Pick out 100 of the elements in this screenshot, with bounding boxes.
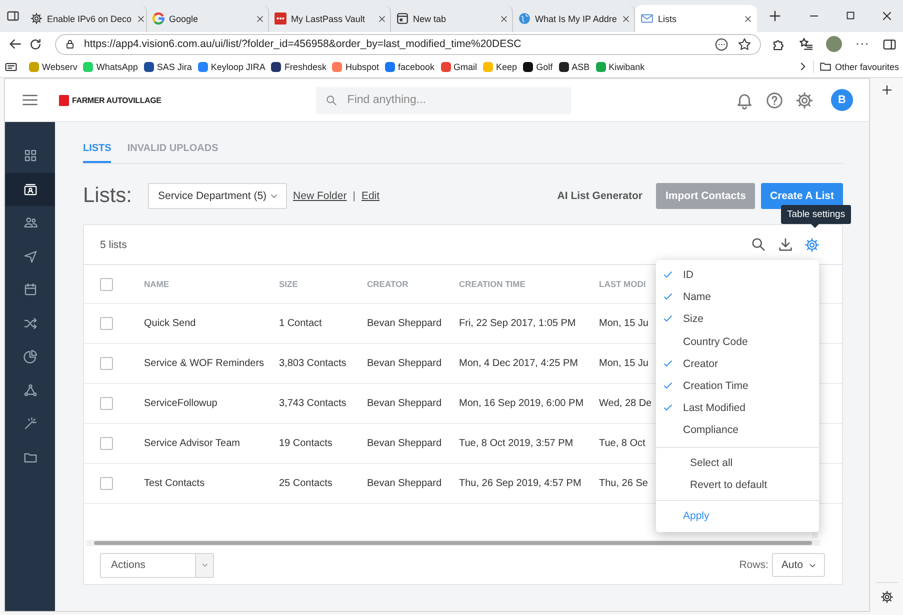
ai-list-generator-link[interactable]: AI List Generator xyxy=(557,190,642,202)
table-cell: Tue, 8 Oct 2019, 3:57 PM xyxy=(459,438,574,449)
close-icon[interactable] xyxy=(499,14,509,24)
maximize-icon[interactable] xyxy=(844,9,857,22)
table-cell: ServiceFollowup xyxy=(144,398,218,409)
bookmark[interactable]: facebook xyxy=(382,62,438,72)
bookmark[interactable]: Keyloop JIRA xyxy=(194,62,268,72)
column-option[interactable]: Size xyxy=(656,308,819,331)
table-cell: Bevan Sheppard xyxy=(367,438,442,449)
plus-icon[interactable] xyxy=(880,83,894,97)
table-cell: Thu, 26 Sep 2019, 4:57 PM xyxy=(459,478,582,489)
close-icon[interactable] xyxy=(743,14,753,24)
sidebar-icon[interactable] xyxy=(882,36,897,52)
search-icon[interactable] xyxy=(750,236,767,253)
table-cell: Bevan Sheppard xyxy=(367,398,442,409)
network-icon xyxy=(22,382,38,398)
horizontal-scrollbar[interactable] xyxy=(86,540,820,546)
contact-card-icon xyxy=(22,182,38,197)
close-icon[interactable] xyxy=(880,9,894,23)
browser-tab[interactable]: Lists xyxy=(635,5,757,32)
link-separator: | xyxy=(352,190,356,202)
column-option[interactable]: Name xyxy=(656,286,819,308)
row-checkbox[interactable] xyxy=(100,437,113,450)
gear-icon[interactable] xyxy=(880,590,894,604)
row-checkbox[interactable] xyxy=(100,317,113,330)
help-icon[interactable] xyxy=(765,90,784,110)
table-cell: Fri, 22 Sep 2017, 1:05 PM xyxy=(459,318,576,329)
actions-dropdown[interactable]: Actions xyxy=(100,552,214,578)
column-option[interactable]: ID xyxy=(656,264,819,286)
people-icon xyxy=(22,215,38,230)
bookmark[interactable]: Webserv xyxy=(26,62,80,72)
calendar-icon xyxy=(22,282,38,298)
star-icon[interactable] xyxy=(737,36,752,52)
table-cell: 25 Contacts xyxy=(279,478,332,489)
paper-plane-icon xyxy=(22,248,38,264)
row-checkbox[interactable] xyxy=(100,397,113,410)
select-all-checkbox[interactable] xyxy=(100,278,113,290)
table-cell: Bevan Sheppard xyxy=(367,358,442,369)
close-icon[interactable] xyxy=(377,14,387,24)
table-cell: 3,743 Contacts xyxy=(279,398,346,409)
refresh-icon[interactable] xyxy=(28,36,43,52)
table-cell: Wed, 28 De xyxy=(599,398,652,409)
table-cell: Bevan Sheppard xyxy=(367,318,442,329)
column-option[interactable]: Creation Time xyxy=(656,374,819,398)
globe-icon xyxy=(518,12,531,25)
bookmark[interactable]: Golf xyxy=(520,62,556,72)
search-icon xyxy=(325,94,338,106)
bookmark[interactable]: Hubspot xyxy=(329,62,382,72)
bookmark[interactable]: SAS Jira xyxy=(140,62,195,72)
rows-dropdown[interactable]: Auto xyxy=(772,553,825,577)
table-cell: Bevan Sheppard xyxy=(367,478,442,489)
table-cell: Thu, 26 Se xyxy=(599,478,648,489)
shuffle-icon xyxy=(22,316,38,331)
column-option[interactable]: Creator xyxy=(656,352,819,375)
table-cell: Service Advisor Team xyxy=(144,438,240,449)
menu-action[interactable]: Select all xyxy=(656,452,819,474)
bookmark[interactable]: Kiwibank xyxy=(592,62,648,72)
bookmark[interactable]: Freshdesk xyxy=(268,62,330,72)
bookmark[interactable]: Gmail xyxy=(438,62,480,72)
profile-avatar[interactable] xyxy=(826,36,842,52)
envelope-icon xyxy=(640,12,654,25)
bookmark[interactable]: ASB xyxy=(556,62,593,72)
address-bar[interactable]: https://app4.vision6.com.au/ui/list/?folder_id=456958&order_by=last_modified_time%20DESC xyxy=(55,34,761,54)
google-g-icon xyxy=(152,12,165,25)
table-cell: 19 Contacts xyxy=(279,438,332,449)
dots-square-icon xyxy=(274,12,287,25)
sidebar-icon[interactable] xyxy=(6,9,20,23)
table-cell: 1 Contact xyxy=(279,318,322,329)
favorites-icon[interactable] xyxy=(798,36,814,52)
table-cell: Mon, 16 Sep 2019, 6:00 PM xyxy=(459,398,584,409)
close-icon[interactable] xyxy=(136,14,146,24)
list-count: 5 lists xyxy=(100,238,128,250)
table-cell: 3,803 Contacts xyxy=(279,358,346,369)
table-cell: Service & WOF Reminders xyxy=(144,358,264,369)
bookmark[interactable]: WhatsApp xyxy=(80,62,141,72)
table-cell: Test Contacts xyxy=(144,478,205,489)
more-icon[interactable] xyxy=(714,36,729,52)
column-option[interactable]: Last Modified xyxy=(656,397,819,420)
download-icon[interactable] xyxy=(777,236,794,253)
column-option[interactable]: Country Code xyxy=(656,330,819,353)
column-option[interactable]: Compliance xyxy=(656,419,819,442)
close-icon[interactable] xyxy=(255,14,265,24)
folder-dropdown[interactable]: Service Department (5) xyxy=(148,183,288,209)
table-cell: Mon, 15 Ju xyxy=(599,318,648,329)
folder-link[interactable]: New Folder xyxy=(293,190,347,202)
plus-icon[interactable] xyxy=(767,8,783,24)
pie-chart-icon xyxy=(22,349,38,364)
row-checkbox[interactable] xyxy=(100,357,113,370)
close-icon[interactable] xyxy=(621,14,631,24)
other-favourites-folder[interactable]: Other favourites xyxy=(812,60,899,73)
row-checkbox[interactable] xyxy=(100,477,113,490)
rows-label: Rows: xyxy=(739,559,768,571)
bookmark[interactable]: Keep xyxy=(480,62,520,72)
grid-icon xyxy=(22,148,38,164)
menu-action[interactable]: Revert to default xyxy=(656,474,819,496)
table-cell: Mon, 4 Dec 2017, 4:25 PM xyxy=(459,358,578,369)
sidebar-item[interactable] xyxy=(5,172,55,206)
page-heading: Lists: xyxy=(83,184,132,208)
folder-link[interactable]: Edit xyxy=(361,190,380,202)
magic-wand-icon xyxy=(22,416,38,432)
